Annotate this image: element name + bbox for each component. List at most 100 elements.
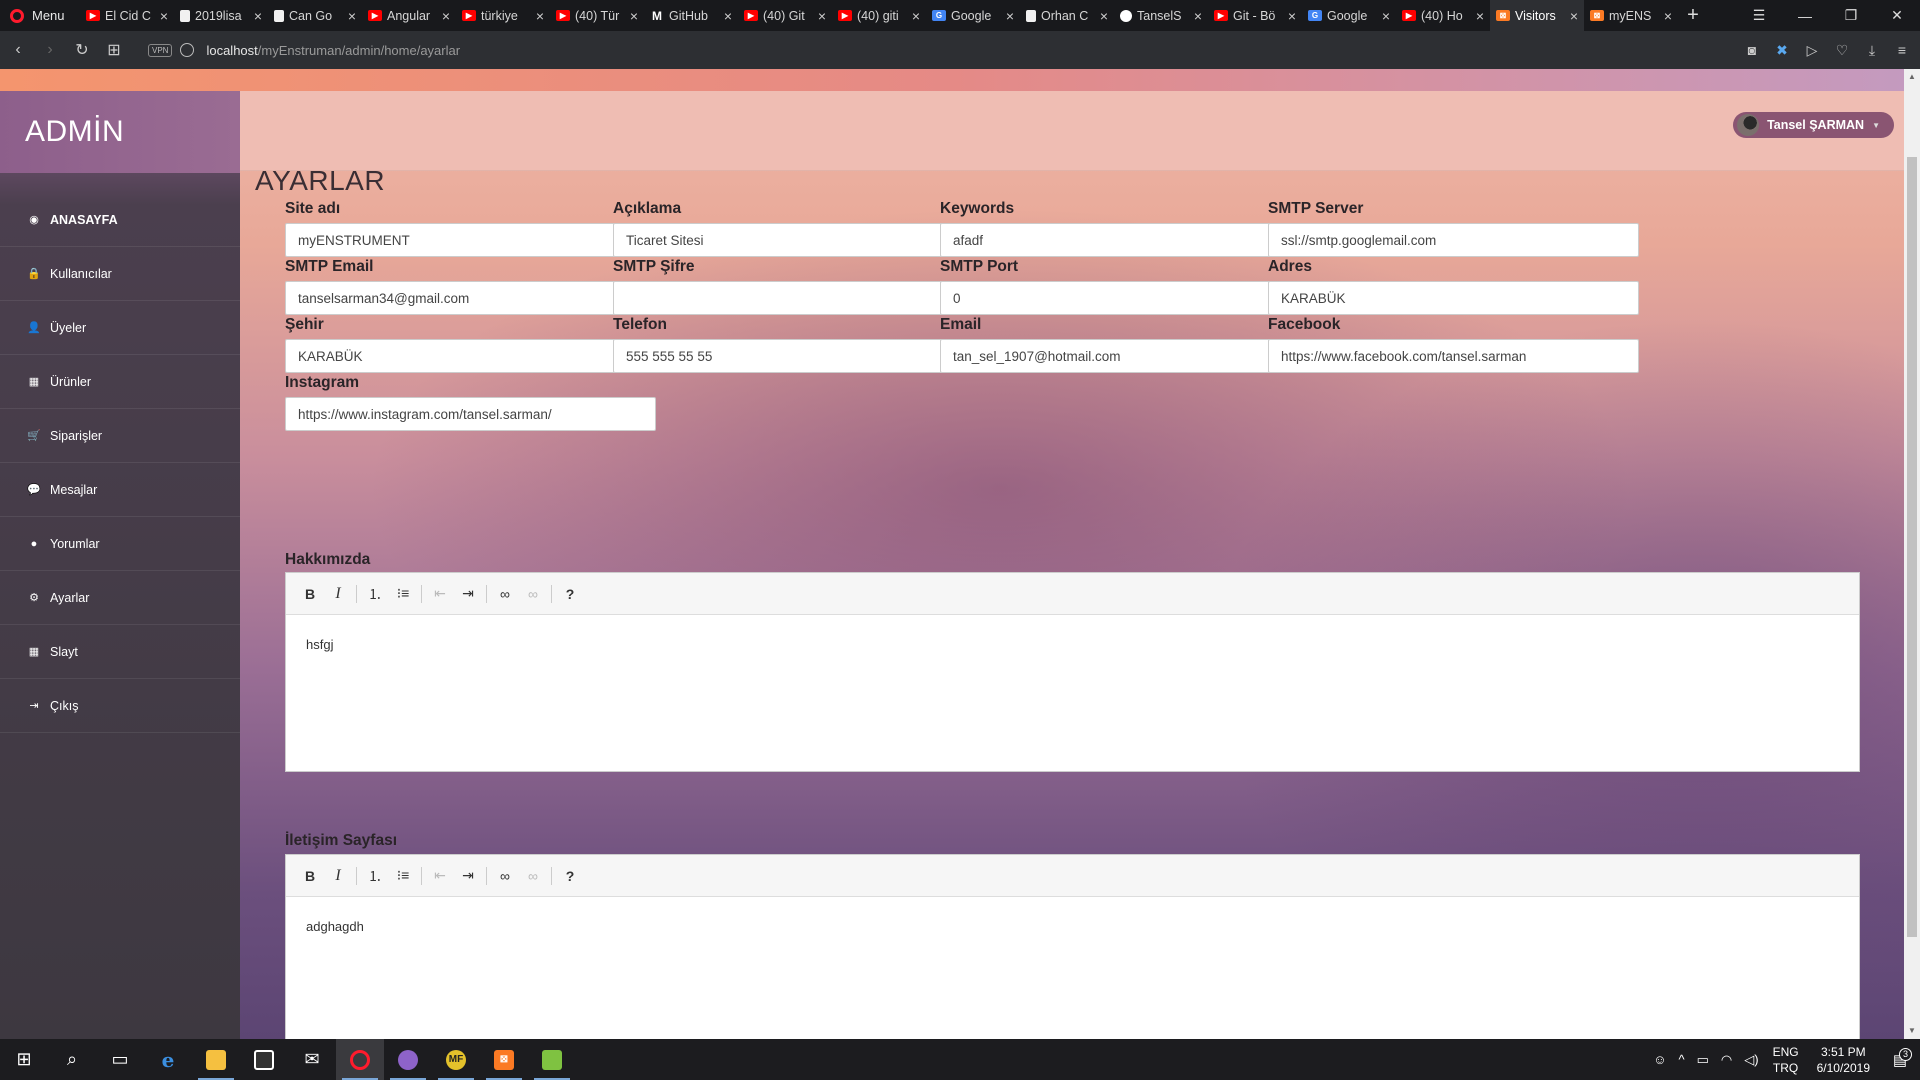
- close-tab-icon[interactable]: ×: [1288, 8, 1296, 24]
- browser-tab[interactable]: TanselS ×: [1114, 0, 1208, 31]
- help-icon[interactable]: ?: [556, 580, 584, 608]
- field-input[interactable]: [285, 223, 656, 257]
- wifi-icon[interactable]: ◠: [1715, 1052, 1738, 1068]
- scroll-down-arrow[interactable]: ▼: [1904, 1023, 1920, 1039]
- scroll-thumb[interactable]: [1907, 157, 1917, 937]
- italic-button[interactable]: I: [324, 580, 352, 608]
- browser-tab[interactable]: ⊠ myENS ×: [1584, 0, 1678, 31]
- indent-icon[interactable]: ⇥: [454, 862, 482, 890]
- search-icon[interactable]: ⌕: [48, 1039, 96, 1080]
- close-tab-icon[interactable]: ×: [1382, 8, 1390, 24]
- close-tab-icon[interactable]: ×: [630, 8, 638, 24]
- field-input[interactable]: [285, 397, 656, 431]
- sidebar-item-k[interactable]: ⇥ Çıkış: [0, 679, 240, 733]
- browser-tab[interactable]: 2019lisa ×: [174, 0, 268, 31]
- indent-icon[interactable]: ⇥: [454, 580, 482, 608]
- numbered-list-icon[interactable]: ⒈: [361, 580, 389, 608]
- heart-icon[interactable]: ♡: [1832, 40, 1852, 60]
- sidebar-item-anasayfa[interactable]: ◉ ANASAYFA: [0, 193, 240, 247]
- minimize-button[interactable]: —: [1782, 0, 1828, 31]
- close-tab-icon[interactable]: ×: [1194, 8, 1202, 24]
- brand-logo[interactable]: ADMİN: [0, 91, 240, 173]
- mail-icon[interactable]: ✉: [288, 1039, 336, 1080]
- close-window-button[interactable]: ✕: [1874, 0, 1920, 31]
- link-icon[interactable]: ∞: [491, 862, 519, 890]
- extension-icon[interactable]: ✖: [1772, 40, 1792, 60]
- sidebar-item-rnler[interactable]: ▦ Ürünler: [0, 355, 240, 409]
- close-tab-icon[interactable]: ×: [818, 8, 826, 24]
- field-input[interactable]: [940, 223, 1311, 257]
- download-icon[interactable]: ⤓: [1862, 40, 1882, 60]
- close-tab-icon[interactable]: ×: [348, 8, 356, 24]
- sidebar-item-mesajlar[interactable]: 💬 Mesajlar: [0, 463, 240, 517]
- italic-button[interactable]: I: [324, 862, 352, 890]
- xampp-icon[interactable]: ⊠: [480, 1039, 528, 1080]
- numbered-list-icon[interactable]: ⒈: [361, 862, 389, 890]
- browser-tab[interactable]: Can Go ×: [268, 0, 362, 31]
- scroll-up-arrow[interactable]: ▲: [1904, 69, 1920, 85]
- sidebar-item-slayt[interactable]: ▦ Slayt: [0, 625, 240, 679]
- bold-button[interactable]: B: [296, 580, 324, 608]
- mf-app-icon[interactable]: MF: [432, 1039, 480, 1080]
- page-scrollbar[interactable]: ▲ ▼: [1904, 69, 1920, 1039]
- vpn-badge[interactable]: VPN: [148, 43, 173, 57]
- field-input[interactable]: [940, 339, 1311, 373]
- back-button[interactable]: ‹: [4, 36, 32, 64]
- battery-icon[interactable]: ▭: [1691, 1052, 1715, 1068]
- task-view-icon[interactable]: ▭: [96, 1039, 144, 1080]
- bulleted-list-icon[interactable]: ⁝≡: [389, 580, 417, 608]
- bold-button[interactable]: B: [296, 862, 324, 890]
- close-tab-icon[interactable]: ×: [724, 8, 732, 24]
- outdent-icon[interactable]: ⇤: [426, 580, 454, 608]
- browser-tab[interactable]: ▶ Angular ×: [362, 0, 456, 31]
- chevron-up-icon[interactable]: ^: [1673, 1052, 1691, 1067]
- browser-tab[interactable]: ⊠ Visitors ×: [1490, 0, 1584, 31]
- close-tab-icon[interactable]: ×: [1100, 8, 1108, 24]
- opera-taskbar-icon[interactable]: [336, 1039, 384, 1080]
- help-icon[interactable]: ?: [556, 862, 584, 890]
- browser-tab[interactable]: ▶ (40) giti ×: [832, 0, 926, 31]
- about-editor-body[interactable]: hsfgj: [286, 615, 1859, 674]
- speed-dial-icon[interactable]: ⊞: [100, 36, 128, 64]
- field-input[interactable]: [613, 223, 984, 257]
- store-icon[interactable]: [240, 1039, 288, 1080]
- reload-button[interactable]: ↻: [68, 36, 96, 64]
- close-tab-icon[interactable]: ×: [912, 8, 920, 24]
- edge-icon[interactable]: e: [144, 1039, 192, 1080]
- field-input[interactable]: [613, 281, 984, 315]
- field-input[interactable]: [613, 339, 984, 373]
- contact-editor-body[interactable]: adghagdh: [286, 897, 1859, 956]
- sidebar-item-yorumlar[interactable]: ● Yorumlar: [0, 517, 240, 571]
- link-icon[interactable]: ∞: [491, 580, 519, 608]
- file-explorer-icon[interactable]: [192, 1039, 240, 1080]
- close-tab-icon[interactable]: ×: [254, 8, 262, 24]
- field-input[interactable]: [285, 281, 656, 315]
- browser-tab[interactable]: ▶ türkiye ×: [456, 0, 550, 31]
- sidebar-item-yeler[interactable]: 👤 Üyeler: [0, 301, 240, 355]
- notepad-icon[interactable]: [528, 1039, 576, 1080]
- bulleted-list-icon[interactable]: ⁝≡: [389, 862, 417, 890]
- browser-tab[interactable]: G Google ×: [926, 0, 1020, 31]
- field-input[interactable]: [1268, 223, 1639, 257]
- field-input[interactable]: [285, 339, 656, 373]
- browser-tab[interactable]: M GitHub ×: [644, 0, 738, 31]
- start-button[interactable]: ⊞: [0, 1039, 48, 1080]
- language-indicator[interactable]: ENG TRQ: [1765, 1044, 1807, 1076]
- close-tab-icon[interactable]: ×: [1570, 8, 1578, 24]
- volume-icon[interactable]: ◁): [1738, 1052, 1764, 1068]
- new-tab-button[interactable]: +: [1678, 4, 1708, 27]
- unlink-icon[interactable]: ∞: [519, 580, 547, 608]
- browser-tab[interactable]: ▶ El Cid C ×: [80, 0, 174, 31]
- browser-tab[interactable]: ▶ (40) Ho ×: [1396, 0, 1490, 31]
- close-tab-icon[interactable]: ×: [442, 8, 450, 24]
- close-tab-icon[interactable]: ×: [1476, 8, 1484, 24]
- browser-tab[interactable]: Orhan C ×: [1020, 0, 1114, 31]
- close-tab-icon[interactable]: ×: [536, 8, 544, 24]
- sidebar-item-ayarlar[interactable]: ⚙ Ayarlar: [0, 571, 240, 625]
- tab-menu-icon[interactable]: ☰: [1736, 0, 1782, 31]
- field-input[interactable]: [940, 281, 1311, 315]
- camera-icon[interactable]: ◙: [1742, 40, 1762, 60]
- sidebar-item-sipariler[interactable]: 🛒 Siparişler: [0, 409, 240, 463]
- browser-tab[interactable]: ▶ (40) Tür ×: [550, 0, 644, 31]
- field-input[interactable]: [1268, 339, 1639, 373]
